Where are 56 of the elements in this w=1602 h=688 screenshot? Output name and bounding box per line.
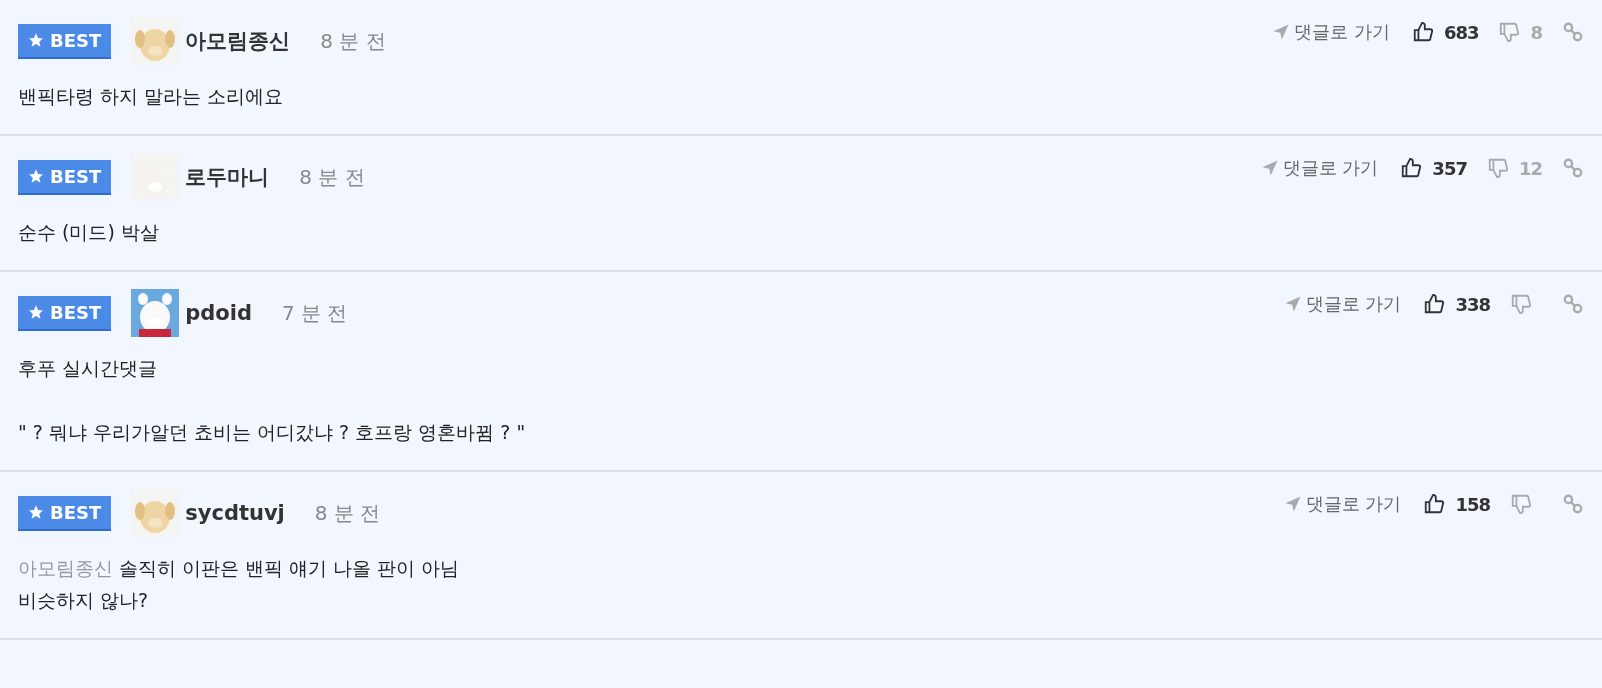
dislike-count: 8 bbox=[1530, 21, 1542, 43]
reply-link[interactable]: 댓글로 가기 bbox=[1283, 292, 1402, 316]
comment-time: 8 분 전 bbox=[299, 163, 365, 191]
author-name[interactable]: 로두마니 bbox=[185, 163, 270, 191]
like-button[interactable] bbox=[1411, 21, 1434, 43]
author-name[interactable]: sycdtuvj bbox=[185, 501, 285, 525]
comment-text: 아모림종신 솔직히 이판은 밴픽 얘기 나올 판이 아님 비슷하지 않나? bbox=[18, 556, 461, 613]
navigation-arrow-icon bbox=[1272, 23, 1291, 41]
dislike-button[interactable] bbox=[1486, 157, 1509, 179]
like-button[interactable] bbox=[1423, 293, 1446, 315]
reply-link[interactable]: 댓글로 가기 bbox=[1272, 20, 1390, 44]
comment-text: " ? 뭐냐 우리가알던 쵸비는 어디갔냐 ? 호프랑 영혼바뀜 ? " bbox=[18, 420, 527, 445]
link-icon bbox=[1562, 493, 1584, 515]
star-icon bbox=[28, 304, 44, 320]
dislike-button[interactable] bbox=[1510, 493, 1532, 515]
like-button[interactable] bbox=[1400, 157, 1423, 179]
thumbs-up-icon bbox=[1400, 157, 1423, 179]
thumbs-down-icon bbox=[1510, 293, 1532, 315]
author-name[interactable]: 아모림종신 bbox=[185, 27, 291, 55]
comment-text: 밴픽타령 하지 말라는 소리에요 bbox=[18, 84, 285, 109]
like-button[interactable] bbox=[1423, 493, 1446, 515]
link-button[interactable] bbox=[1562, 157, 1584, 179]
thumbs-down-icon bbox=[1510, 493, 1532, 515]
like-count: 158 bbox=[1455, 493, 1490, 515]
thumbs-up-icon bbox=[1423, 293, 1446, 315]
badge-label: BEST bbox=[50, 501, 102, 523]
thumbs-down-icon bbox=[1486, 157, 1509, 179]
like-count: 683 bbox=[1443, 21, 1479, 43]
comment-text: 후푸 실시간댓글 bbox=[18, 356, 159, 381]
badge-label: BEST bbox=[50, 301, 102, 323]
badge-label: BEST bbox=[50, 29, 102, 51]
like-count: 357 bbox=[1432, 157, 1467, 179]
link-icon bbox=[1562, 157, 1584, 179]
link-button[interactable] bbox=[1562, 493, 1584, 515]
like-count: 338 bbox=[1455, 293, 1490, 315]
reply-link[interactable]: 댓글로 가기 bbox=[1283, 492, 1402, 516]
star-icon bbox=[28, 168, 44, 184]
star-icon bbox=[28, 32, 44, 48]
dislike-button[interactable] bbox=[1510, 293, 1532, 315]
comment-time: 8 분 전 bbox=[314, 499, 381, 527]
link-icon bbox=[1562, 293, 1584, 315]
star-icon bbox=[28, 504, 44, 520]
comment-time: 7 분 전 bbox=[282, 299, 348, 327]
link-button[interactable] bbox=[1562, 21, 1584, 43]
reply-link[interactable]: 댓글로 가기 bbox=[1260, 156, 1379, 180]
comment-time: 8 분 전 bbox=[320, 27, 386, 55]
author-name[interactable]: pdoid bbox=[185, 301, 252, 325]
thumbs-up-icon bbox=[1423, 493, 1446, 515]
thumbs-down-icon bbox=[1498, 21, 1521, 43]
link-icon bbox=[1562, 21, 1584, 43]
dislike-count: 12 bbox=[1518, 157, 1542, 179]
link-button[interactable] bbox=[1562, 293, 1584, 315]
comment-text: 순수 (미드) 박살 bbox=[18, 220, 160, 245]
badge-label: BEST bbox=[50, 165, 102, 187]
dislike-button[interactable] bbox=[1498, 21, 1521, 43]
thumbs-up-icon bbox=[1411, 21, 1434, 43]
